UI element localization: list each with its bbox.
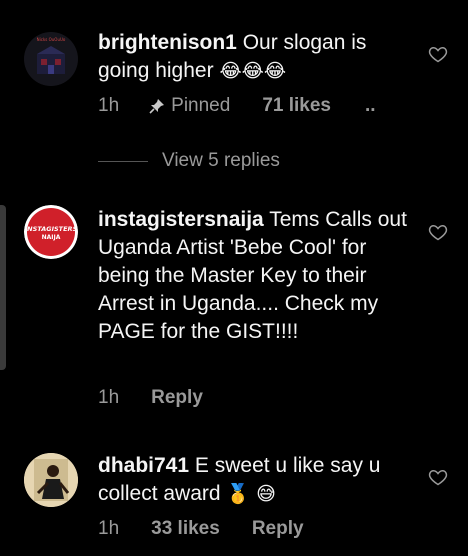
avatar[interactable]: INSTAGISTERS NAIJA <box>24 205 78 259</box>
likes-count[interactable]: 33 likes <box>151 518 220 540</box>
view-replies-button[interactable]: View 5 replies <box>162 150 280 172</box>
more-options[interactable]: .. <box>365 95 376 117</box>
comment-text: brightenison1 Our slogan is going higher… <box>98 29 408 85</box>
pin-icon <box>149 99 165 114</box>
replies-divider <box>98 161 148 162</box>
comment-time: 1h <box>98 387 120 408</box>
comment-username[interactable]: brightenison1 <box>98 31 237 54</box>
comment-time: 1h <box>98 95 120 116</box>
pinned-label: Pinned <box>171 95 231 116</box>
scrollbar-edge[interactable] <box>0 205 6 370</box>
reply-button[interactable]: Reply <box>252 518 304 540</box>
heart-icon[interactable] <box>428 467 448 487</box>
avatar-text-2: NAIJA <box>42 234 61 241</box>
likes-count[interactable]: 71 likes <box>262 95 331 117</box>
comment-emoji: 🥇 😅 <box>226 483 276 505</box>
comment-meta: 1h Pinned 71 likes .. <box>98 94 376 118</box>
comment-emoji: 😂😂😂 <box>219 60 287 82</box>
avatar-text-1: INSTAGISTERS <box>25 225 78 233</box>
comment-meta: 1h Reply <box>98 386 203 410</box>
comment-username[interactable]: instagistersnaija <box>98 208 264 231</box>
heart-icon[interactable] <box>428 44 448 64</box>
avatar[interactable]: Nicks OuOuUo <box>24 32 78 86</box>
comment-text: dhabi741 E sweet u like say u collect aw… <box>98 452 408 508</box>
heart-icon[interactable] <box>428 222 448 242</box>
reply-button[interactable]: Reply <box>151 387 203 409</box>
avatar-caption: Nicks OuOuUo <box>37 37 66 42</box>
comment-time: 1h <box>98 518 120 539</box>
avatar[interactable] <box>24 453 78 507</box>
comment-meta: 1h 33 likes Reply <box>98 517 304 541</box>
comment-username[interactable]: dhabi741 <box>98 454 189 477</box>
comment-text: instagistersnaija Tems Calls out Uganda … <box>98 206 408 346</box>
